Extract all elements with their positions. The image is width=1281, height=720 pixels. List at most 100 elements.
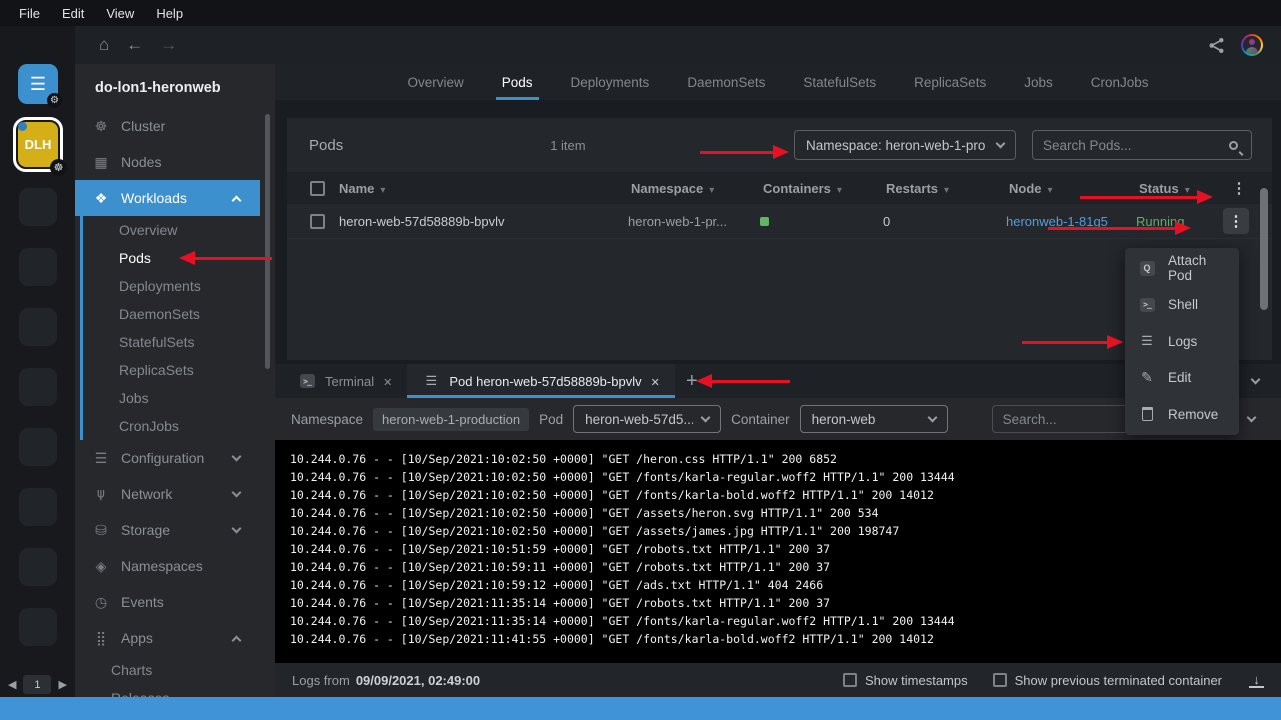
chevron-icon xyxy=(232,195,242,205)
dock-tab[interactable]: Pod heron-web-57d58889b-bpvlv xyxy=(407,364,674,398)
column-header[interactable]: Name xyxy=(339,181,631,196)
column-header[interactable]: Containers xyxy=(763,181,886,196)
menubar-item[interactable]: Help xyxy=(145,6,194,21)
table-menu-kebab-icon[interactable] xyxy=(1229,179,1249,197)
user-avatar[interactable] xyxy=(1241,34,1263,56)
sidebar-item[interactable]: Nodes xyxy=(75,144,260,180)
row-menu-kebab-button[interactable] xyxy=(1223,208,1249,234)
search-icon[interactable] xyxy=(1229,141,1238,150)
column-header[interactable]: Status xyxy=(1139,181,1229,196)
sidebar-item[interactable]: Network xyxy=(75,476,260,512)
context-menu-item[interactable]: Attach Pod xyxy=(1125,250,1239,287)
logs-footer: Logs from 09/09/2021, 02:49:00 Show time… xyxy=(275,663,1281,697)
chevron-down-icon[interactable] xyxy=(1251,374,1261,384)
workloads-submenu: Overview Pods Deployments DaemonSets Sta… xyxy=(80,216,275,440)
pod-select[interactable]: heron-web-57d5... xyxy=(573,405,721,433)
sidebar-item[interactable]: Events xyxy=(75,584,260,620)
menubar-item[interactable]: View xyxy=(95,6,145,21)
forward-icon[interactable] xyxy=(160,35,177,55)
home-icon[interactable] xyxy=(99,35,109,55)
column-header[interactable]: Namespace xyxy=(631,181,763,196)
workload-tab[interactable]: Deployments xyxy=(552,64,669,100)
select-all-checkbox[interactable] xyxy=(310,181,325,196)
cluster-placeholder-tile[interactable] xyxy=(19,248,57,286)
close-icon[interactable] xyxy=(651,374,660,389)
workload-tab[interactable]: Overview xyxy=(388,64,482,100)
sidebar-item[interactable]: Configuration xyxy=(75,440,260,476)
sidebar-item-label: Namespaces xyxy=(121,558,260,574)
workload-tab[interactable]: StatefulSets xyxy=(784,64,895,100)
logs-from-timestamp: 09/09/2021, 02:49:00 xyxy=(356,673,480,688)
pod-table-row[interactable]: heron-web-57d58889b-bpvlv heron-web-1-pr… xyxy=(287,204,1272,239)
cluster-placeholder-tile[interactable] xyxy=(19,308,57,346)
show-previous-label: Show previous terminated container xyxy=(1015,673,1222,688)
dock-tab[interactable]: Terminal xyxy=(283,364,407,398)
catalog-button[interactable] xyxy=(18,64,58,104)
cluster-placeholder-tile[interactable] xyxy=(19,368,57,406)
search-pods-input[interactable] xyxy=(1043,138,1229,153)
column-header[interactable]: Restarts xyxy=(886,181,1009,196)
menu-item-icon xyxy=(1138,370,1156,386)
page-prev-icon[interactable] xyxy=(8,678,16,691)
sidebar-scrollbar[interactable] xyxy=(265,114,270,369)
show-timestamps-checkbox[interactable] xyxy=(843,673,857,687)
page-next-icon[interactable] xyxy=(58,678,66,691)
sort-caret-icon xyxy=(938,181,949,196)
sidebar-subitem[interactable]: Overview xyxy=(83,216,275,244)
log-line: 10.244.0.76 - - [10/Sep/2021:11:35:14 +0… xyxy=(290,594,1281,612)
context-menu-item[interactable]: Logs xyxy=(1125,323,1239,360)
close-icon[interactable] xyxy=(383,374,392,389)
share-icon[interactable] xyxy=(1208,37,1225,54)
sidebar-subitem[interactable]: Releases xyxy=(75,684,275,697)
cluster-rail: DLH 1 xyxy=(0,26,75,697)
sidebar-item[interactable]: Namespaces xyxy=(75,548,260,584)
sidebar-item[interactable]: Workloads xyxy=(75,180,260,216)
sidebar-subitem[interactable]: Charts xyxy=(75,656,275,684)
workload-tab[interactable]: ReplicaSets xyxy=(895,64,1005,100)
back-icon[interactable] xyxy=(126,35,143,55)
sidebar-subitem[interactable]: Deployments xyxy=(83,272,275,300)
cluster-placeholder-tile[interactable] xyxy=(19,488,57,526)
show-previous-checkbox[interactable] xyxy=(993,673,1007,687)
context-menu-item[interactable]: Edit xyxy=(1125,360,1239,397)
chevron-down-icon[interactable] xyxy=(1247,412,1257,422)
sidebar-item[interactable]: Apps xyxy=(75,620,260,656)
context-menu-item[interactable]: Remove xyxy=(1125,396,1239,433)
dock-tab-icon xyxy=(422,373,440,389)
cluster-name: do-lon1-heronweb xyxy=(75,64,275,108)
workload-tab[interactable]: Jobs xyxy=(1005,64,1072,100)
sidebar-subitem[interactable]: CronJobs xyxy=(83,412,275,440)
sidebar-subitem[interactable]: Jobs xyxy=(83,384,275,412)
active-cluster-avatar[interactable]: DLH xyxy=(13,117,63,172)
chevron-icon xyxy=(232,523,242,533)
sidebar-item[interactable]: Cluster xyxy=(75,108,260,144)
panel-scrollbar[interactable] xyxy=(1260,188,1268,310)
cluster-placeholder-tile[interactable] xyxy=(19,548,57,586)
workload-tab[interactable]: Pods xyxy=(483,64,552,100)
log-line: 10.244.0.76 - - [10/Sep/2021:10:02:50 +0… xyxy=(290,504,1281,522)
menubar-item[interactable]: Edit xyxy=(51,6,95,21)
namespace-filter-select[interactable]: Namespace: heron-web-1-pro xyxy=(794,130,1016,160)
pod-label: Pod xyxy=(539,412,563,427)
context-menu-item[interactable]: Shell xyxy=(1125,287,1239,324)
cluster-placeholder-tile[interactable] xyxy=(19,608,57,646)
column-header[interactable]: Node xyxy=(1009,181,1139,196)
row-checkbox[interactable] xyxy=(310,214,325,229)
workload-tab[interactable]: CronJobs xyxy=(1072,64,1168,100)
download-logs-icon[interactable] xyxy=(1249,673,1264,688)
cluster-placeholder-tile[interactable] xyxy=(19,428,57,466)
sidebar-item-label: Events xyxy=(121,594,260,610)
container-select[interactable]: heron-web xyxy=(800,405,948,433)
sidebar-item-label: Configuration xyxy=(121,450,233,466)
sidebar-item[interactable]: Storage xyxy=(75,512,260,548)
cluster-sidebar: do-lon1-heronweb Cluster Nodes Workload xyxy=(75,64,275,697)
menubar-item[interactable]: File xyxy=(8,6,51,21)
gear-icon xyxy=(47,93,62,108)
sidebar-subitem[interactable]: DaemonSets xyxy=(83,300,275,328)
workload-tab[interactable]: DaemonSets xyxy=(668,64,784,100)
cluster-placeholder-tile[interactable] xyxy=(19,188,57,226)
menu-item-icon xyxy=(1138,260,1156,276)
sidebar-subitem[interactable]: StatefulSets xyxy=(83,328,275,356)
sidebar-item-label: Storage xyxy=(121,522,233,538)
sidebar-subitem[interactable]: ReplicaSets xyxy=(83,356,275,384)
